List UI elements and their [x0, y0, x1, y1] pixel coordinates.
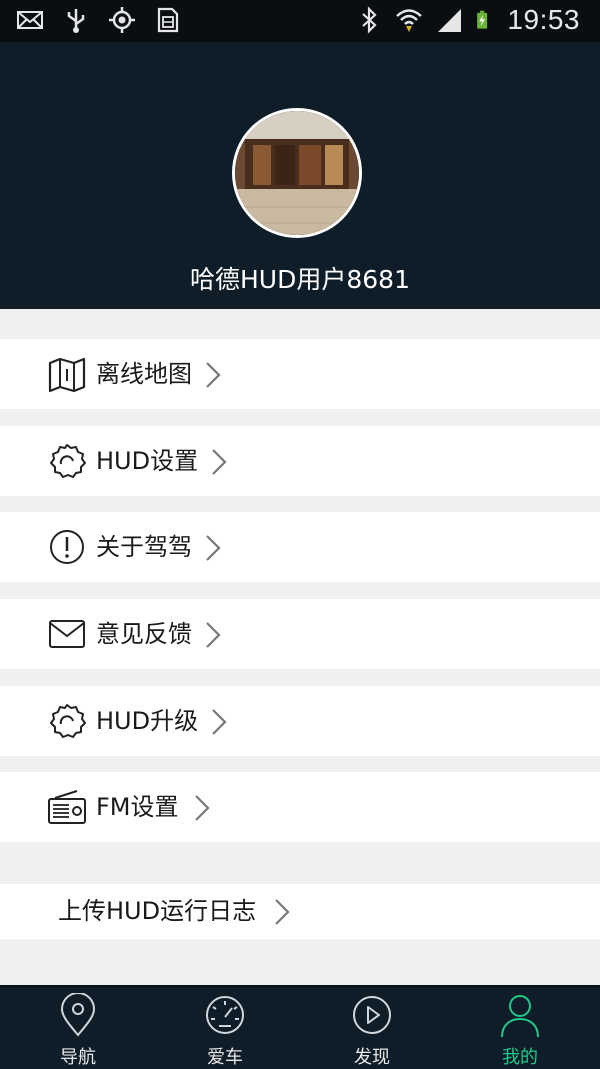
menu-item-label: HUD升级 — [96, 707, 199, 735]
avatar[interactable] — [232, 108, 362, 238]
location-pin-icon — [60, 993, 96, 1037]
tab-mine[interactable]: 我的 — [445, 987, 595, 1069]
avatar-photo — [235, 111, 359, 235]
chevron-right-icon — [212, 709, 227, 735]
menu-item-hud-upgrade[interactable]: HUD升级 — [0, 686, 600, 756]
upload-log-label: 上传HUD运行日志 — [58, 897, 257, 925]
tab-label: 导航 — [60, 1047, 96, 1068]
signal-icon — [438, 9, 462, 32]
tab-label: 发现 — [354, 1047, 390, 1068]
info-icon — [50, 530, 84, 564]
menu-item-label: 关于驾驾 — [96, 533, 192, 561]
chevron-right-icon — [212, 449, 227, 475]
gear-icon — [50, 704, 86, 738]
tab-my-car[interactable]: 爱车 — [150, 987, 300, 1069]
gps-icon — [109, 7, 135, 33]
battery-charging-icon — [477, 10, 488, 29]
tab-discover[interactable]: 发现 — [297, 987, 447, 1069]
menu-item-label: FM设置 — [96, 793, 179, 821]
chevron-right-icon — [275, 899, 290, 925]
menu-item-fm-settings[interactable]: FM设置 — [0, 772, 600, 842]
usb-icon — [67, 9, 85, 33]
upload-log-item[interactable]: 上传HUD运行日志 — [0, 884, 600, 939]
chevron-right-icon — [195, 795, 210, 821]
chevron-right-icon — [206, 362, 221, 388]
mail-icon — [49, 620, 85, 648]
profile-header: 哈德HUD用户8681 — [0, 42, 600, 309]
map-icon — [48, 357, 86, 393]
status-bar: 19:53 — [0, 0, 600, 42]
chevron-right-icon — [206, 535, 221, 561]
menu-item-about[interactable]: 关于驾驾 — [0, 512, 600, 582]
radio-icon — [48, 790, 86, 824]
menu-item-feedback[interactable]: 意见反馈 — [0, 599, 600, 669]
mail-icon — [17, 11, 43, 29]
sim-icon — [157, 7, 179, 33]
tab-navigation[interactable]: 导航 — [3, 987, 153, 1069]
menu-item-offline-map[interactable]: 离线地图 — [0, 339, 600, 409]
menu-item-label: 离线地图 — [96, 360, 192, 388]
menu-item-label: HUD设置 — [96, 447, 199, 475]
tab-label: 爱车 — [207, 1047, 243, 1068]
play-circle-icon — [353, 996, 391, 1034]
user-icon — [501, 995, 539, 1037]
menu-item-label: 意见反馈 — [96, 620, 192, 648]
status-time: 19:53 — [507, 4, 580, 35]
wifi-icon — [396, 9, 423, 32]
bluetooth-icon — [362, 6, 378, 34]
bottom-nav: 导航 爱车 发现 我的 — [0, 985, 600, 1069]
chevron-right-icon — [206, 622, 221, 648]
speedometer-icon — [206, 996, 244, 1034]
gear-icon — [50, 444, 86, 478]
menu-item-hud-settings[interactable]: HUD设置 — [0, 426, 600, 496]
tab-label: 我的 — [502, 1047, 538, 1068]
username: 哈德HUD用户8681 — [190, 265, 410, 294]
